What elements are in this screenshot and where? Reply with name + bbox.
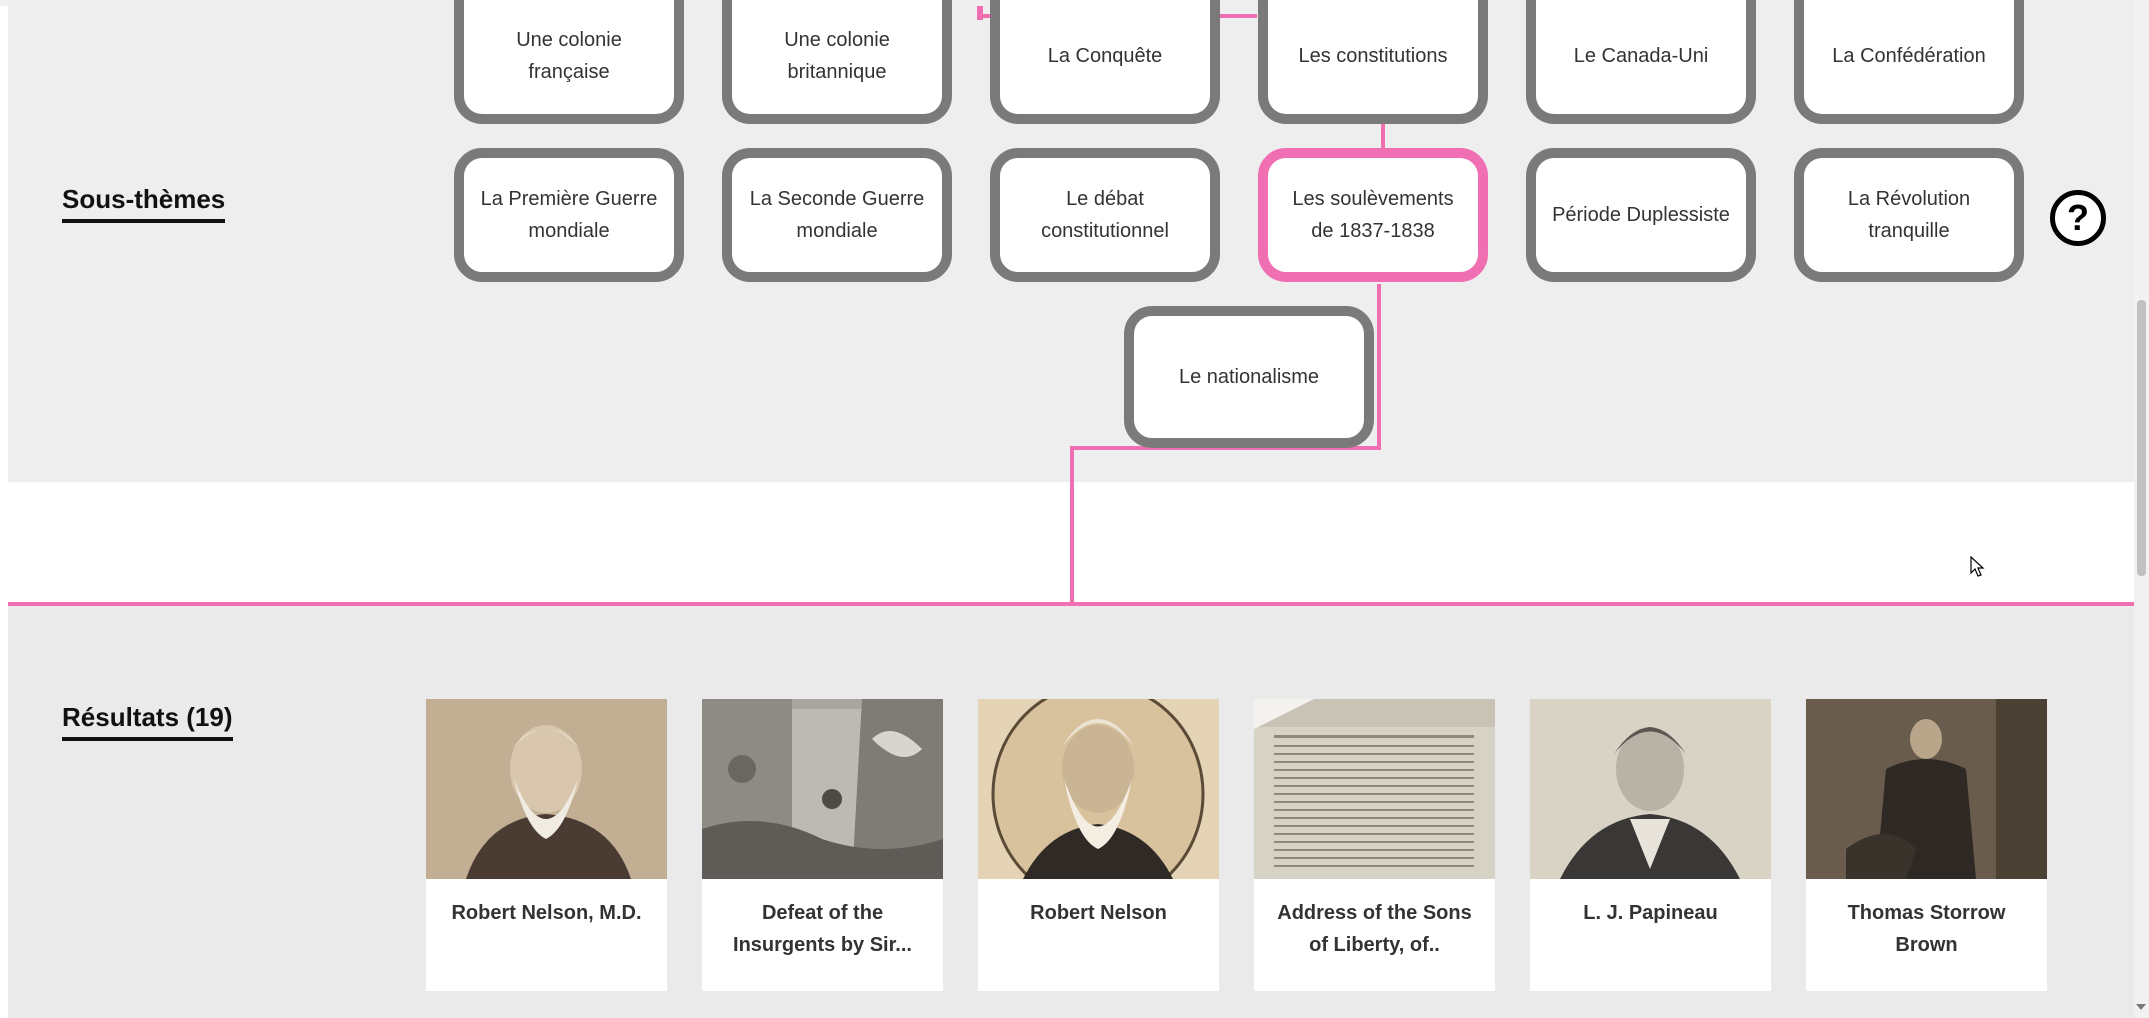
result-card-thomas-storrow-brown[interactable]: Thomas Storrow Brown <box>1806 699 2047 991</box>
tile-le-nationalisme[interactable]: Le nationalisme <box>1124 306 1374 448</box>
mouse-cursor-icon <box>1970 556 1985 577</box>
subthemes-title: Sous-thèmes <box>62 184 226 223</box>
printed-document-image <box>1254 699 1495 879</box>
results-divider-line <box>8 602 2134 606</box>
result-caption: Thomas Storrow Brown <box>1847 902 2006 956</box>
tile-debat-constitutionnel[interactable]: Le débat constitutionnel <box>990 148 1220 282</box>
engraving-scene-image <box>702 699 943 879</box>
result-card-robert-nelson[interactable]: Robert Nelson <box>978 699 1219 991</box>
tile-premiere-guerre-mondiale[interactable]: La Première Guerre mondiale <box>454 148 684 282</box>
result-card-robert-nelson-md[interactable]: Robert Nelson, M.D. <box>426 699 667 991</box>
oval-engraved-portrait-image <box>978 699 1219 879</box>
tile-une-colonie-francaise[interactable]: Une colonie française <box>454 0 684 124</box>
result-caption: Defeat of the Insurgents by Sir... <box>733 902 912 956</box>
lithograph-portrait-image <box>1530 699 1771 879</box>
result-card-defeat-insurgents[interactable]: Defeat of the Insurgents by Sir... <box>702 699 943 991</box>
connector-active-down <box>1377 284 1381 450</box>
help-icon[interactable]: ? <box>2050 190 2106 246</box>
tile-la-conquete[interactable]: La Conquête <box>990 0 1220 124</box>
result-card-lj-papineau[interactable]: L. J. Papineau <box>1530 699 1771 991</box>
connector-down-to-results <box>1070 446 1074 606</box>
results-title: Résultats (19) <box>62 702 233 741</box>
scrollbar-thumb[interactable] <box>2137 300 2146 576</box>
result-caption: Robert Nelson, M.D. <box>451 902 642 924</box>
tile-periode-duplessiste[interactable]: Période Duplessiste <box>1526 148 1756 282</box>
standing-man-photo-image <box>1806 699 2047 879</box>
tile-revolution-tranquille[interactable]: La Révolution tranquille <box>1794 148 2024 282</box>
tile-seconde-guerre-mondiale[interactable]: La Seconde Guerre mondiale <box>722 148 952 282</box>
result-caption: Address of the Sons of Liberty, of.. <box>1277 902 1472 956</box>
tile-les-constitutions[interactable]: Les constitutions <box>1258 0 1488 124</box>
result-card-address-sons-of-liberty[interactable]: Address of the Sons of Liberty, of.. <box>1254 699 1495 991</box>
scroll-down-arrow-icon[interactable] <box>2136 1004 2146 1010</box>
tile-la-confederation[interactable]: La Confédération <box>1794 0 2024 124</box>
tile-une-colonie-britannique[interactable]: Une colonie britannique <box>722 0 952 124</box>
tile-le-canada-uni[interactable]: Le Canada-Uni <box>1526 0 1756 124</box>
tile-soulevements-1837-1838[interactable]: Les soulèvements de 1837-1838 <box>1258 148 1488 282</box>
result-caption: L. J. Papineau <box>1583 902 1718 924</box>
connector-row1-to-active <box>1381 124 1385 148</box>
portrait-photo-image <box>426 699 667 879</box>
result-caption: Robert Nelson <box>1030 902 1167 924</box>
